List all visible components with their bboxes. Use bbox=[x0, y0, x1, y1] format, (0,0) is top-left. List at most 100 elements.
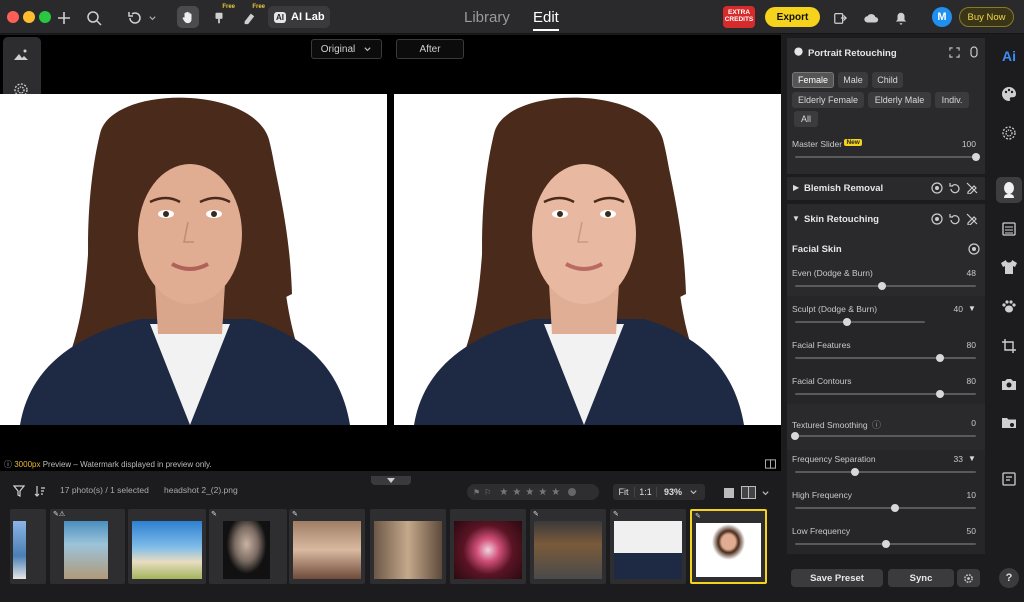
low-frequency-slider[interactable] bbox=[795, 540, 976, 548]
thumbnail[interactable] bbox=[370, 509, 446, 584]
chevron-down-icon[interactable] bbox=[689, 488, 698, 497]
filter-icon[interactable] bbox=[13, 485, 25, 501]
sort-icon[interactable] bbox=[34, 485, 46, 501]
portrait-retouch-icon[interactable] bbox=[996, 177, 1022, 203]
gender-child[interactable]: Child bbox=[872, 72, 903, 88]
thumbnail[interactable]: ✎ bbox=[209, 509, 287, 584]
gender-individual[interactable]: Indiv. bbox=[935, 92, 969, 108]
batch-export-icon[interactable] bbox=[829, 7, 851, 29]
color-label-icon[interactable] bbox=[568, 488, 577, 496]
compare-toggle-icon[interactable] bbox=[765, 459, 776, 469]
add-icon[interactable] bbox=[53, 7, 75, 29]
eye-icon[interactable] bbox=[931, 182, 943, 194]
minimize-window-button[interactable] bbox=[23, 11, 35, 23]
brush-edit-icon[interactable] bbox=[966, 213, 978, 225]
gender-elderly-female[interactable]: Elderly Female bbox=[792, 92, 864, 108]
gender-all[interactable]: All bbox=[794, 111, 818, 127]
stamp-tool-icon[interactable]: Free bbox=[208, 4, 235, 29]
cloud-icon[interactable] bbox=[860, 7, 882, 29]
info-icon[interactable]: ⓘ bbox=[872, 420, 881, 430]
expand-arrow-icon[interactable]: ▶ bbox=[793, 183, 799, 192]
close-window-button[interactable] bbox=[7, 11, 19, 23]
pet-paw-icon[interactable] bbox=[999, 296, 1019, 316]
thumbnail[interactable]: ✎ bbox=[610, 509, 686, 584]
filmstrip-collapse-handle[interactable] bbox=[371, 476, 411, 485]
tab-edit[interactable]: Edit bbox=[533, 9, 559, 31]
body-frame-icon[interactable] bbox=[999, 219, 1019, 239]
help-button[interactable]: ? bbox=[999, 568, 1019, 588]
avatar[interactable]: M bbox=[932, 7, 952, 27]
fit-button[interactable]: Fit bbox=[613, 487, 635, 497]
facial-contours-slider[interactable] bbox=[795, 390, 976, 398]
gender-male[interactable]: Male bbox=[838, 72, 868, 88]
eraser-tool-icon[interactable]: Free bbox=[238, 4, 265, 29]
thumbnail[interactable] bbox=[450, 509, 526, 584]
hand-tool-icon[interactable] bbox=[177, 6, 199, 28]
slider-knob[interactable] bbox=[881, 540, 890, 548]
star-2[interactable]: ★ bbox=[512, 487, 521, 498]
ai-lab-button[interactable]: AI AI Lab bbox=[268, 6, 330, 28]
single-view-icon[interactable] bbox=[724, 488, 734, 498]
ai-tools-icon[interactable]: Ai bbox=[999, 46, 1019, 66]
slider-knob[interactable] bbox=[877, 282, 886, 290]
textured-smoothing-slider[interactable] bbox=[791, 432, 976, 440]
thumbnail[interactable] bbox=[10, 509, 46, 584]
reject-flag-icon[interactable]: ⚐ bbox=[484, 488, 491, 497]
sync-settings-icon[interactable] bbox=[957, 569, 980, 587]
extra-credits-badge[interactable]: EXTRA CREDITS bbox=[723, 6, 755, 28]
slider-knob[interactable] bbox=[935, 390, 944, 398]
flag-icon[interactable]: ⚑ bbox=[473, 488, 480, 497]
high-frequency-slider[interactable] bbox=[795, 504, 976, 512]
expand-arrow-icon[interactable]: ▼ bbox=[968, 304, 976, 313]
thumbnail[interactable]: ✎ bbox=[289, 509, 365, 584]
star-4[interactable]: ★ bbox=[538, 487, 547, 498]
tab-library[interactable]: Library bbox=[464, 9, 510, 26]
reset-icon[interactable] bbox=[949, 182, 961, 194]
presets-icon[interactable] bbox=[999, 469, 1019, 489]
split-view-icon[interactable] bbox=[741, 486, 756, 499]
thumbnail-selected[interactable]: ✎ bbox=[690, 509, 767, 584]
gender-elderly-male[interactable]: Elderly Male bbox=[868, 92, 931, 108]
search-icon[interactable] bbox=[83, 7, 105, 29]
landscape-tool-icon[interactable] bbox=[11, 45, 31, 65]
folder-settings-icon[interactable] bbox=[999, 413, 1019, 433]
palette-icon[interactable] bbox=[999, 84, 1019, 104]
sculpt-slider[interactable] bbox=[795, 318, 925, 326]
maximize-window-button[interactable] bbox=[39, 11, 51, 23]
master-slider[interactable] bbox=[795, 153, 980, 161]
chevron-down-icon[interactable] bbox=[761, 489, 770, 498]
zoom-value[interactable]: 93% bbox=[657, 487, 689, 497]
even-slider[interactable] bbox=[795, 282, 976, 290]
face-detect-icon[interactable] bbox=[949, 47, 960, 58]
eye-icon[interactable] bbox=[968, 243, 980, 255]
buy-now-button[interactable]: Buy Now bbox=[959, 7, 1014, 27]
bell-icon[interactable] bbox=[890, 7, 912, 29]
slider-knob[interactable] bbox=[850, 468, 859, 476]
sync-button[interactable]: Sync bbox=[888, 569, 954, 587]
star-1[interactable]: ★ bbox=[499, 487, 508, 498]
crop-icon[interactable] bbox=[999, 336, 1019, 356]
gender-female[interactable]: Female bbox=[792, 72, 834, 88]
thumbnail[interactable] bbox=[128, 509, 206, 584]
save-preset-button[interactable]: Save Preset bbox=[791, 569, 883, 587]
facial-features-slider[interactable] bbox=[795, 354, 976, 362]
camera-icon[interactable] bbox=[999, 374, 1019, 394]
slider-knob[interactable] bbox=[972, 153, 980, 161]
original-select[interactable]: Original bbox=[311, 39, 382, 59]
undo-icon[interactable] bbox=[124, 7, 146, 29]
star-3[interactable]: ★ bbox=[525, 487, 534, 498]
one-to-one-button[interactable]: 1:1 bbox=[635, 487, 657, 497]
link-icon[interactable] bbox=[969, 46, 979, 58]
slider-knob[interactable] bbox=[890, 504, 899, 512]
export-button[interactable]: Export bbox=[765, 7, 820, 27]
collapse-arrow-icon[interactable]: ▼ bbox=[792, 214, 800, 223]
slider-knob[interactable] bbox=[935, 354, 944, 362]
frequency-separation-slider[interactable] bbox=[795, 468, 976, 476]
expand-arrow-icon[interactable]: ▼ bbox=[968, 454, 976, 463]
slider-knob[interactable] bbox=[791, 432, 799, 440]
thumbnail[interactable]: ✎ bbox=[530, 509, 606, 584]
chevron-down-icon[interactable] bbox=[145, 7, 159, 29]
star-5[interactable]: ★ bbox=[551, 487, 560, 498]
brush-edit-icon[interactable] bbox=[966, 182, 978, 194]
clothing-icon[interactable] bbox=[999, 257, 1019, 277]
